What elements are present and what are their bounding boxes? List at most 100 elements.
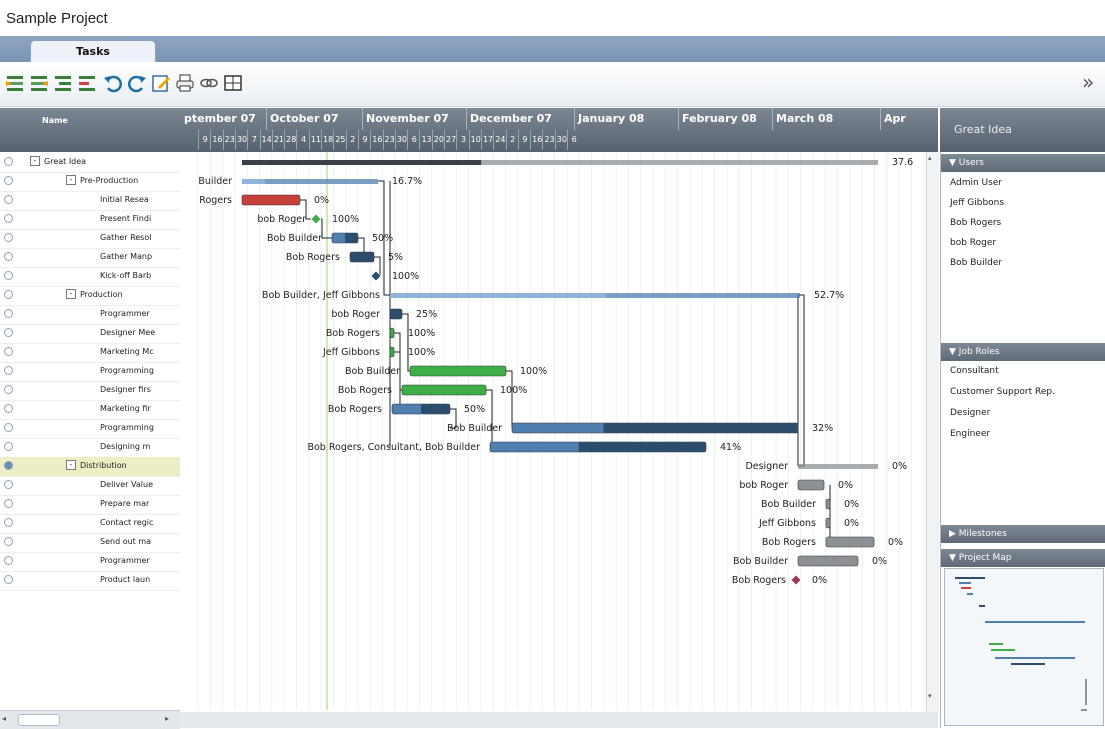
- task-row[interactable]: - Great Idea: [0, 153, 180, 173]
- task-row[interactable]: Designer firs: [0, 381, 180, 401]
- task-row[interactable]: Marketing fir: [0, 400, 180, 420]
- row-select-radio[interactable]: [4, 290, 13, 299]
- vertical-scrollbar[interactable]: ▴ ▾: [926, 152, 939, 712]
- expand-collapse-toggle[interactable]: -: [66, 175, 76, 185]
- row-select-radio[interactable]: [4, 195, 13, 204]
- task-bar[interactable]: [401, 384, 487, 396]
- gantt-chart[interactable]: 37.6 Builder 16.7% Rogers 0% bob Roger 100% Bob…: [180, 152, 925, 710]
- task-row[interactable]: Programming: [0, 362, 180, 382]
- task-row[interactable]: Send out ma: [0, 533, 180, 553]
- summary-bar[interactable]: [798, 464, 878, 469]
- scrollbar-thumb[interactable]: [18, 714, 60, 726]
- link-icon[interactable]: [198, 72, 220, 94]
- row-select-radio[interactable]: [4, 537, 13, 546]
- task-row[interactable]: Marketing Mc: [0, 343, 180, 363]
- row-select-radio[interactable]: [4, 271, 13, 280]
- task-row[interactable]: Present Findi: [0, 210, 180, 230]
- project-map-section-header[interactable]: ▼ Project Map: [941, 549, 1105, 567]
- task-row[interactable]: Gather Resol: [0, 229, 180, 249]
- row-select-radio[interactable]: [4, 423, 13, 432]
- row-select-radio[interactable]: [4, 556, 13, 565]
- job-role-item[interactable]: Engineer: [950, 429, 990, 439]
- name-column-header[interactable]: Name: [42, 116, 68, 125]
- task-bar[interactable]: [349, 251, 375, 263]
- task-row[interactable]: Gather Manp: [0, 248, 180, 268]
- task-row[interactable]: Programmer: [0, 552, 180, 572]
- task-row[interactable]: Initial Resea: [0, 191, 180, 211]
- scroll-right-icon[interactable]: ▸: [165, 714, 169, 723]
- task-bar[interactable]: [825, 517, 831, 529]
- indent-icon[interactable]: [4, 72, 26, 94]
- row-select-radio[interactable]: [4, 518, 13, 527]
- add-task-icon[interactable]: [52, 72, 74, 94]
- expand-collapse-toggle[interactable]: -: [30, 156, 40, 166]
- horizontal-scrollbar[interactable]: ◂ ▸: [0, 710, 180, 729]
- expand-collapse-toggle[interactable]: -: [66, 460, 76, 470]
- timeline-scrollbar[interactable]: [180, 712, 938, 728]
- user-item[interactable]: Admin User: [950, 178, 1002, 188]
- row-select-radio[interactable]: [4, 575, 13, 584]
- user-item[interactable]: Bob Rogers: [950, 218, 1001, 228]
- row-select-radio[interactable]: [4, 480, 13, 489]
- task-row[interactable]: Designer Mee: [0, 324, 180, 344]
- task-bar[interactable]: [389, 346, 395, 358]
- row-select-radio[interactable]: [4, 176, 13, 185]
- edit-icon[interactable]: [150, 72, 172, 94]
- row-select-radio[interactable]: [4, 309, 13, 318]
- job-role-item[interactable]: Customer Support Rep.: [950, 387, 1055, 397]
- task-bar[interactable]: [409, 365, 507, 377]
- task-row[interactable]: - Production: [0, 286, 180, 306]
- user-item[interactable]: Jeff Gibbons: [950, 198, 1004, 208]
- expand-collapse-toggle[interactable]: -: [66, 289, 76, 299]
- add-subtask-icon[interactable]: [76, 72, 98, 94]
- milestones-section-header[interactable]: ▶ Milestones: [941, 525, 1105, 543]
- task-row[interactable]: - Distribution: [0, 457, 180, 477]
- task-row[interactable]: Programming: [0, 419, 180, 439]
- print-icon[interactable]: [174, 72, 196, 94]
- user-item[interactable]: Bob Builder: [950, 258, 1002, 268]
- task-bar[interactable]: [825, 536, 875, 548]
- row-select-radio[interactable]: [4, 442, 13, 451]
- job-role-item[interactable]: Designer: [950, 408, 990, 418]
- row-select-radio[interactable]: [4, 233, 13, 242]
- undo-icon[interactable]: [102, 72, 124, 94]
- outdent-icon[interactable]: [28, 72, 50, 94]
- row-select-radio[interactable]: [4, 385, 13, 394]
- task-bar[interactable]: [797, 479, 825, 491]
- expand-panel-button[interactable]: »: [1082, 70, 1094, 94]
- task-row[interactable]: Programmer: [0, 305, 180, 325]
- users-section-header[interactable]: ▼ Users: [941, 154, 1105, 172]
- task-bar[interactable]: [241, 194, 301, 206]
- row-select-radio[interactable]: [4, 366, 13, 375]
- user-item[interactable]: bob Roger: [950, 238, 996, 248]
- row-select-radio[interactable]: [4, 214, 13, 223]
- row-select-radio[interactable]: [4, 157, 13, 166]
- task-row[interactable]: Contact regic: [0, 514, 180, 534]
- scroll-up-icon[interactable]: ▴: [928, 154, 932, 162]
- scroll-left-icon[interactable]: ◂: [2, 714, 6, 723]
- row-select-radio[interactable]: [4, 328, 13, 337]
- gantt-canvas[interactable]: 37.6 Builder 16.7% Rogers 0% bob Roger 100% Bob…: [180, 152, 925, 710]
- task-row[interactable]: Designing m: [0, 438, 180, 458]
- project-map[interactable]: [944, 568, 1104, 726]
- task-row[interactable]: Product laun: [0, 571, 180, 591]
- task-row[interactable]: - Pre-Production: [0, 172, 180, 192]
- task-row[interactable]: Deliver Value: [0, 476, 180, 496]
- task-row[interactable]: Kick-off Barb: [0, 267, 180, 287]
- task-bar[interactable]: [825, 498, 831, 510]
- task-bar[interactable]: [797, 555, 859, 567]
- redo-icon[interactable]: [126, 72, 148, 94]
- row-select-radio[interactable]: [4, 461, 13, 470]
- scroll-down-icon[interactable]: ▾: [928, 692, 932, 700]
- task-bar[interactable]: [389, 327, 395, 339]
- task-row[interactable]: Prepare mar: [0, 495, 180, 515]
- row-select-radio[interactable]: [4, 347, 13, 356]
- job-role-item[interactable]: Consultant: [950, 366, 999, 376]
- row-select-radio[interactable]: [4, 499, 13, 508]
- job-roles-section-header[interactable]: ▼ Job Roles: [941, 343, 1105, 361]
- milestone-marker[interactable]: [790, 574, 802, 586]
- grid-icon[interactable]: [222, 72, 244, 94]
- tab-tasks[interactable]: Tasks: [30, 40, 156, 63]
- task-bar[interactable]: [389, 308, 403, 320]
- milestone-marker[interactable]: [310, 213, 322, 225]
